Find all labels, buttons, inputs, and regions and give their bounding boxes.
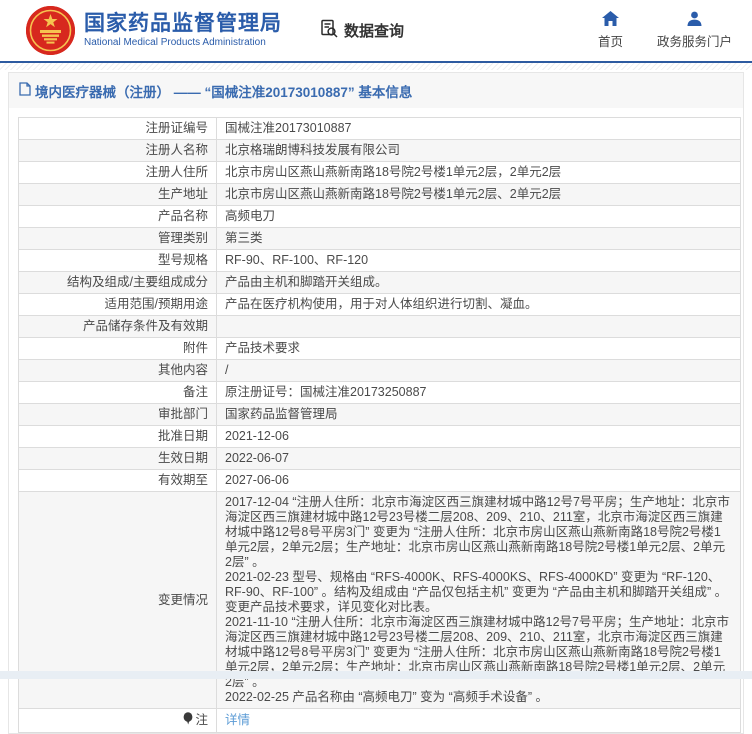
balloon-icon <box>183 712 195 729</box>
table-row: 附件 产品技术要求 <box>19 338 741 360</box>
row-value: 北京格瑞朗博科技发展有限公司 <box>217 140 741 162</box>
table-row: 生效日期 2022-06-07 <box>19 448 741 470</box>
row-label: 产品储存条件及有效期 <box>19 316 217 338</box>
row-label: 审批部门 <box>19 404 217 426</box>
row-label: 型号规格 <box>19 250 217 272</box>
home-icon <box>602 11 619 34</box>
row-label: 适用范围/预期用途 <box>19 294 217 316</box>
section-titlebar: 境内医疗器械（注册） —— “国械注准20173010887” 基本信息 <box>9 73 743 108</box>
national-emblem-icon <box>26 6 75 55</box>
table-row: 产品储存条件及有效期 <box>19 316 741 338</box>
nav-portal[interactable]: 政务服务门户 <box>657 11 732 50</box>
row-value: 北京市房山区燕山燕新南路18号院2号楼1单元2层，2单元2层 <box>217 162 741 184</box>
table-row-note: 注 详情 <box>19 709 741 733</box>
row-value: 产品在医疗机构使用，用于对人体组织进行切割、凝血。 <box>217 294 741 316</box>
brand-title: 国家药品监督管理局 <box>84 12 282 36</box>
row-value: 第三类 <box>217 228 741 250</box>
row-label: 其他内容 <box>19 360 217 382</box>
row-label: 管理类别 <box>19 228 217 250</box>
table-row: 审批部门 国家药品监督管理局 <box>19 404 741 426</box>
site-logo[interactable]: 国家药品监督管理局 National Medical Products Admi… <box>26 6 282 55</box>
registration-info-table: 注册证编号 国械注准20173010887 注册人名称 北京格瑞朗博科技发展有限… <box>18 117 741 733</box>
page-title: 境内医疗器械（注册） —— “国械注准20173010887” 基本信息 <box>35 81 412 101</box>
note-label: 注 <box>195 713 208 728</box>
table-row: 管理类别 第三类 <box>19 228 741 250</box>
table-row: 注册人住所 北京市房山区燕山燕新南路18号院2号楼1单元2层，2单元2层 <box>19 162 741 184</box>
row-value <box>217 316 741 338</box>
header-texture <box>0 63 752 70</box>
row-value: 国械注准20173010887 <box>217 118 741 140</box>
header-nav: 首页 政务服务门户 <box>598 11 738 50</box>
detail-link[interactable]: 详情 <box>225 713 250 727</box>
table-row: 有效期至 2027-06-06 <box>19 470 741 492</box>
table-row: 注册证编号 国械注准20173010887 <box>19 118 741 140</box>
row-label: 注册证编号 <box>19 118 217 140</box>
brand-subtitle: National Medical Products Administration <box>84 36 282 49</box>
document-icon <box>19 82 35 101</box>
row-value: RF-90、RF-100、RF-120 <box>217 250 741 272</box>
document-search-icon <box>320 19 344 43</box>
row-value: 高频电刀 <box>217 206 741 228</box>
content-panel: 境内医疗器械（注册） —— “国械注准20173010887” 基本信息 注册证… <box>8 72 744 734</box>
nav-portal-label: 政务服务门户 <box>657 34 732 50</box>
table-row: 注册人名称 北京格瑞朗博科技发展有限公司 <box>19 140 741 162</box>
row-label: 生产地址 <box>19 184 217 206</box>
nav-home-label: 首页 <box>598 34 623 50</box>
row-label: 注册人住所 <box>19 162 217 184</box>
row-label: 结构及组成/主要组成成分 <box>19 272 217 294</box>
row-label: 有效期至 <box>19 470 217 492</box>
table-row: 型号规格 RF-90、RF-100、RF-120 <box>19 250 741 272</box>
row-label: 附件 <box>19 338 217 360</box>
row-value: 2022-06-07 <box>217 448 741 470</box>
row-label: 备注 <box>19 382 217 404</box>
data-query-menu[interactable]: 数据查询 <box>320 19 404 43</box>
brand-text: 国家药品监督管理局 National Medical Products Admi… <box>84 12 282 49</box>
row-value: 国家药品监督管理局 <box>217 404 741 426</box>
row-value: / <box>217 360 741 382</box>
header: 国家药品监督管理局 National Medical Products Admi… <box>0 0 752 63</box>
table-row: 批准日期 2021-12-06 <box>19 426 741 448</box>
table-row: 其他内容 / <box>19 360 741 382</box>
row-label: 批准日期 <box>19 426 217 448</box>
row-value: 原注册证号：国械注准20173250887 <box>217 382 741 404</box>
table-row: 适用范围/预期用途 产品在医疗机构使用，用于对人体组织进行切割、凝血。 <box>19 294 741 316</box>
row-value: 2027-06-06 <box>217 470 741 492</box>
data-query-label: 数据查询 <box>344 20 404 41</box>
table-row: 生产地址 北京市房山区燕山燕新南路18号院2号楼1单元2层、2单元2层 <box>19 184 741 206</box>
row-label: 产品名称 <box>19 206 217 228</box>
table-row: 产品名称 高频电刀 <box>19 206 741 228</box>
row-label: 生效日期 <box>19 448 217 470</box>
user-icon <box>687 11 702 34</box>
footer-strip <box>0 671 752 679</box>
row-value: 产品技术要求 <box>217 338 741 360</box>
nav-home[interactable]: 首页 <box>598 11 623 50</box>
row-value: 北京市房山区燕山燕新南路18号院2号楼1单元2层、2单元2层 <box>217 184 741 206</box>
row-label: 注册人名称 <box>19 140 217 162</box>
row-value: 产品由主机和脚踏开关组成。 <box>217 272 741 294</box>
table-row: 备注 原注册证号：国械注准20173250887 <box>19 382 741 404</box>
table-row: 结构及组成/主要组成成分 产品由主机和脚踏开关组成。 <box>19 272 741 294</box>
row-value: 2021-12-06 <box>217 426 741 448</box>
note-label-cell: 注 <box>27 712 208 729</box>
